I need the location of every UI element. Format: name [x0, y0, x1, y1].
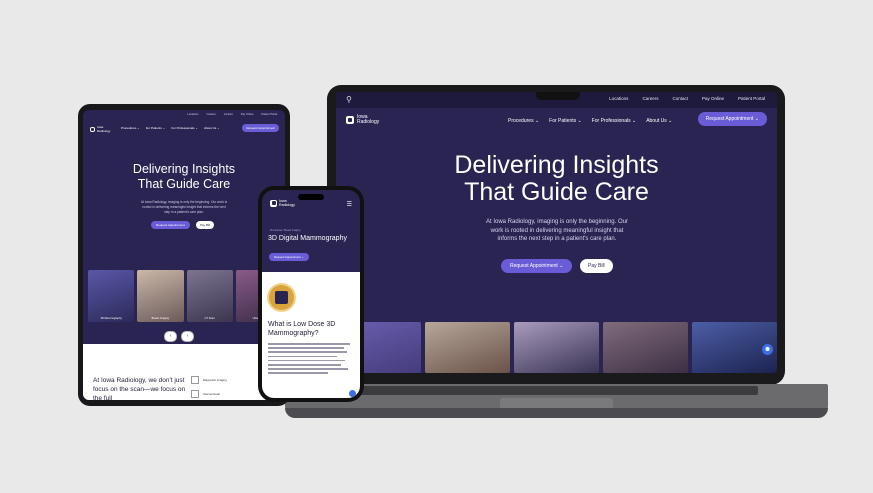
main-nav: Iowa Radiology Procedures ⌄ For Patients … — [336, 108, 777, 132]
hero-title: Delivering Insights That Guide Care — [83, 162, 285, 192]
hero-title-line2: That Guide Care — [137, 177, 231, 191]
nav-item-for-professionals[interactable]: For Professionals ⌄ — [171, 126, 198, 130]
service-card-label: 3D Mammography — [100, 317, 122, 320]
laptop-screen: ⚲ Locations Careers Contact Pay Online P… — [336, 92, 777, 373]
tablet-screen: Locations Careers Contact Pay Online Pat… — [83, 110, 285, 400]
pay-bill-button[interactable]: Pay Bill — [580, 259, 613, 273]
imaging-icon — [191, 390, 199, 398]
nav-item-about-us[interactable]: About Us ⌄ — [204, 126, 220, 130]
hero-request-appointment-button[interactable]: Request Appointment — [151, 221, 190, 229]
service-card[interactable]: 3D Mammography — [88, 270, 135, 322]
hero-subtitle: At Iowa Radiology, imaging is only the b… — [486, 219, 628, 242]
utility-link-careers[interactable]: Careers — [207, 113, 216, 116]
service-list-label: Interventional — [203, 392, 220, 396]
hero-title-line2: That Guide Care — [464, 178, 649, 206]
request-appointment-button[interactable]: Request Appointment ⌄ — [697, 112, 767, 126]
laptop-camera-notch — [536, 92, 580, 100]
laptop-keyboard — [356, 386, 758, 395]
site-logo[interactable]: Iowa Radiology — [270, 199, 295, 207]
chevron-right-icon[interactable]: › — [181, 331, 194, 342]
nav-item-for-patients[interactable]: For Patients ⌄ — [549, 118, 582, 124]
utility-link-patient-portal[interactable]: Patient Portal — [261, 113, 277, 116]
page-title: 3D Digital Mammography — [268, 235, 347, 242]
hero-title-line1: Delivering Insights — [132, 162, 236, 176]
carousel-controls: ‹ › — [164, 331, 194, 342]
utility-link-pay-online[interactable]: Pay Online — [702, 96, 724, 101]
nav-menu: Procedures ⌄ For Patients ⌄ For Professi… — [121, 126, 220, 130]
utility-link-locations[interactable]: Locations — [187, 113, 198, 116]
service-card-label: CT Scan — [204, 317, 215, 320]
award-badge-icon — [269, 285, 294, 310]
hero-title: Delivering Insights That Guide Care — [336, 152, 777, 206]
section-heading: What is Low Dose 3D Mammography? — [268, 321, 336, 337]
intro-text: At Iowa Radiology, we don't just focus o… — [93, 377, 186, 400]
nav-item-about-us[interactable]: About Us ⌄ — [646, 118, 672, 124]
hamburger-menu-icon[interactable]: ☰ — [347, 201, 352, 208]
service-cards: 3D Mammography Breast Imaging CT Scan Ul… — [88, 270, 282, 322]
utility-link-locations[interactable]: Locations — [609, 96, 628, 101]
accessibility-icon[interactable] — [349, 390, 356, 397]
site-logo[interactable]: Iowa Radiology — [90, 125, 110, 133]
site-logo[interactable]: Iowa Radiology — [346, 115, 379, 125]
nav-menu: Procedures ⌄ For Patients ⌄ For Professi… — [508, 118, 672, 124]
accessibility-icon[interactable]: ☻ — [762, 344, 773, 355]
breadcrumb[interactable]: Procedures / Breast Imaging — [270, 229, 300, 232]
hero-subtitle: At Iowa Radiology, imaging is only the b… — [140, 200, 228, 214]
request-appointment-button[interactable]: Request Appointment ⌄ — [269, 253, 309, 261]
photo-tile[interactable] — [514, 322, 599, 373]
hero-request-appointment-button[interactable]: Request Appointment ⌄ — [501, 259, 573, 273]
nav-item-procedures[interactable]: Procedures ⌄ — [121, 126, 140, 130]
chevron-left-icon[interactable]: ‹ — [164, 331, 177, 342]
logo-mark-icon — [270, 199, 277, 207]
utility-link-patient-portal[interactable]: Patient Portal — [738, 96, 765, 101]
intro-section: At Iowa Radiology, we don't just focus o… — [83, 344, 285, 400]
logo-line2: Radiology — [279, 203, 295, 207]
utility-link-careers[interactable]: Careers — [642, 96, 658, 101]
service-card[interactable]: Breast Imaging — [137, 270, 184, 322]
photo-strip — [336, 322, 777, 373]
nav-item-for-professionals[interactable]: For Professionals ⌄ — [592, 118, 636, 124]
service-list-label: Diagnostic Imaging — [203, 378, 227, 382]
logo-mark-icon — [346, 116, 354, 124]
pay-bill-button[interactable]: Pay Bill — [196, 221, 215, 229]
service-card-label: Breast Imaging — [151, 317, 170, 320]
service-card[interactable]: CT Scan — [186, 270, 233, 322]
logo-mark-icon — [90, 126, 95, 132]
request-appointment-button[interactable]: Request Appointment — [242, 124, 279, 132]
logo-line2: Radiology — [357, 119, 380, 125]
logo-line2: Radiology — [97, 129, 111, 133]
search-icon[interactable]: ⚲ — [346, 95, 352, 104]
laptop-base-front — [285, 408, 828, 418]
utility-link-pay-online[interactable]: Pay Online — [241, 113, 254, 116]
utility-link-contact[interactable]: Contact — [672, 96, 688, 101]
body-text-placeholder — [268, 343, 354, 377]
nav-item-procedures[interactable]: Procedures ⌄ — [508, 118, 539, 124]
utility-link-contact[interactable]: Contact — [224, 113, 233, 116]
utility-links: Locations Careers Contact Pay Online Pat… — [609, 96, 765, 101]
content-section: What is Low Dose 3D Mammography? — [262, 272, 360, 398]
phone-dynamic-island — [298, 194, 324, 200]
imaging-icon — [191, 376, 199, 384]
phone-screen: Iowa Radiology ☰ Procedures / Breast Imag… — [262, 190, 360, 398]
hero-title-line1: Delivering Insights — [454, 151, 659, 179]
photo-tile[interactable] — [603, 322, 688, 373]
tablet-utility-links: Locations Careers Contact Pay Online Pat… — [187, 113, 277, 116]
nav-item-for-patients[interactable]: For Patients ⌄ — [146, 126, 166, 130]
photo-tile[interactable] — [425, 322, 510, 373]
